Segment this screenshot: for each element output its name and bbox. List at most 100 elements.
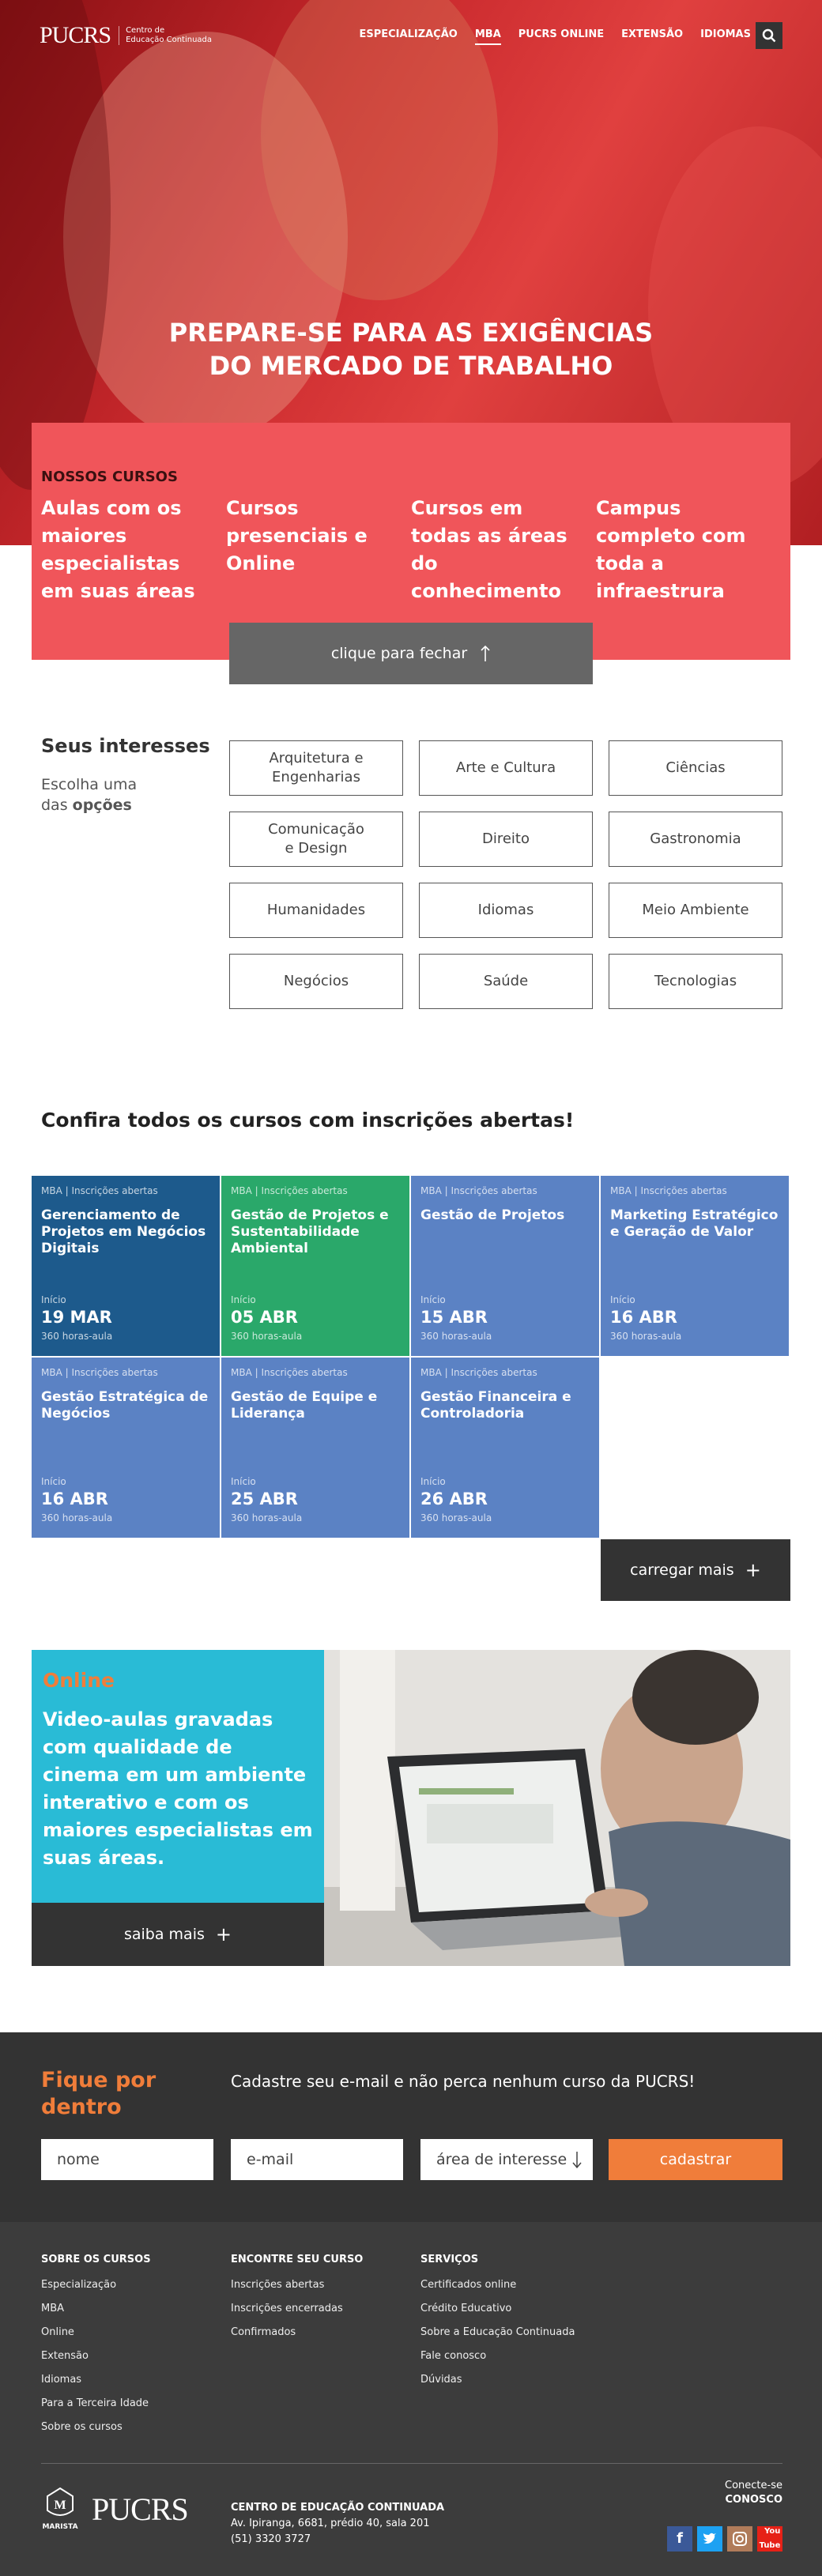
facebook-icon[interactable]: f bbox=[667, 2526, 692, 2552]
footer-link[interactable]: Online bbox=[41, 2321, 151, 2344]
footer-social: Conecte-se CONOSCO f You Tube bbox=[667, 2479, 782, 2552]
courses-info-item: Campus completo com toda a infraestrura bbox=[596, 497, 746, 602]
course-card[interactable]: MBA | Inscrições abertas Gerenciamento d… bbox=[32, 1176, 220, 1356]
course-cards: MBA | Inscrições abertas Gerenciamento d… bbox=[32, 1176, 790, 1538]
footer-link[interactable]: Para a Terceira Idade bbox=[41, 2392, 151, 2416]
interest-option-gastronomia[interactable]: Gastronomia bbox=[609, 812, 782, 867]
footer-link[interactable]: Especialização bbox=[41, 2273, 151, 2297]
course-card-start-label: Início bbox=[231, 1476, 256, 1487]
interest-option-direito[interactable]: Direito bbox=[419, 812, 593, 867]
footer-link[interactable]: Certificados online bbox=[420, 2273, 575, 2297]
course-card[interactable]: MBA | Inscrições abertas Gestão Financei… bbox=[411, 1358, 599, 1538]
online-section: Online Video-aulas gravadas com qualidad… bbox=[32, 1650, 790, 1966]
interests-subtitle: Escolha uma das opções bbox=[41, 774, 137, 815]
course-card-title: Gerenciamento de Projetos em Negócios Di… bbox=[41, 1207, 206, 1256]
interest-option-comunicacao[interactable]: Comunicação e Design bbox=[229, 812, 403, 867]
marista-logo: M MARISTA bbox=[41, 2487, 79, 2531]
interest-select[interactable]: área de interesse bbox=[420, 2139, 593, 2180]
open-courses-title: Confira todos os cursos com inscrições a… bbox=[41, 1109, 575, 1132]
interests-subtitle-opcoes: opções bbox=[72, 797, 132, 814]
course-card-title: Gestão de Projetos e Sustentabilidade Am… bbox=[231, 1207, 389, 1256]
course-card[interactable]: MBA | Inscrições abertas Gestão de Equip… bbox=[221, 1358, 409, 1538]
footer-link[interactable]: Confirmados bbox=[231, 2321, 363, 2344]
course-card-title: Gestão Financeira e Controladoria bbox=[420, 1389, 571, 1422]
footer-link[interactable]: Crédito Educativo bbox=[420, 2297, 575, 2321]
close-panel-button[interactable]: clique para fechar bbox=[229, 623, 593, 684]
interests-subtitle-line1: Escolha uma bbox=[41, 776, 138, 793]
interest-option-saude[interactable]: Saúde bbox=[419, 954, 593, 1009]
page: PUCRS Centro de Educação Continuada ESPEC… bbox=[0, 0, 822, 2576]
course-card-hours: 360 horas-aula bbox=[41, 1331, 113, 1342]
interests-title: Seus interesses bbox=[41, 735, 210, 757]
footer-street: Av. Ipiranga, 6681, prédio 40, sala 201 bbox=[231, 2518, 430, 2529]
footer-link[interactable]: Inscrições abertas bbox=[231, 2273, 363, 2297]
nav-mba[interactable]: MBA bbox=[474, 28, 501, 45]
footer-link[interactable]: Inscrições encerradas bbox=[231, 2297, 363, 2321]
newsletter-section: Fique por dentro Cadastre seu e-mail e nã… bbox=[0, 2032, 822, 2222]
footer-link[interactable]: Idiomas bbox=[41, 2368, 151, 2392]
footer-link[interactable]: Sobre a Educação Continuada bbox=[420, 2321, 575, 2344]
footer-org: CENTRO DE EDUCAÇÃO CONTINUADA bbox=[231, 2502, 445, 2514]
footer-col-title: ENCONTRE SEU CURSO bbox=[231, 2254, 364, 2265]
interest-option-arte-cultura[interactable]: Arte e Cultura bbox=[419, 740, 593, 796]
instagram-icon[interactable] bbox=[727, 2526, 752, 2552]
subscribe-button[interactable]: cadastrar bbox=[609, 2139, 782, 2180]
interest-option-negocios[interactable]: Negócios bbox=[229, 954, 403, 1009]
course-card-hours: 360 horas-aula bbox=[420, 1512, 492, 1523]
footer-logo[interactable]: M MARISTA PUCRS bbox=[41, 2487, 189, 2531]
footer-col-sobre: SOBRE OS CURSOS Especialização MBA Onlin… bbox=[41, 2254, 151, 2439]
footer-link[interactable]: Extensão bbox=[41, 2344, 151, 2368]
interest-option-tecnologias[interactable]: Tecnologias bbox=[609, 954, 782, 1009]
saiba-mais-button[interactable]: saiba mais + bbox=[32, 1903, 324, 1966]
course-card-start-label: Início bbox=[231, 1294, 256, 1305]
courses-info-list: Aulas com os maiores especialistas em su… bbox=[41, 495, 781, 605]
search-button[interactable] bbox=[756, 22, 782, 49]
interest-option-idiomas[interactable]: Idiomas bbox=[419, 883, 593, 938]
pucrs-logo[interactable]: PUCRS Centro de Educação Continuada bbox=[40, 22, 212, 49]
footer-link[interactable]: Fale conosco bbox=[420, 2344, 575, 2368]
nav-idiomas[interactable]: IDIOMAS bbox=[700, 28, 751, 45]
newsletter-title: Fique por dentro bbox=[41, 2068, 156, 2119]
laptop-student-illustration bbox=[324, 1650, 790, 1966]
load-more-button[interactable]: carregar mais + bbox=[601, 1539, 790, 1601]
footer-col-servicos: SERVIÇOS Certificados online Crédito Edu… bbox=[420, 2254, 575, 2392]
connect-label: Conecte-se bbox=[725, 2480, 782, 2491]
nav-extensao[interactable]: EXTENSÃO bbox=[621, 28, 683, 45]
nav-especializacao[interactable]: ESPECIALIZAÇÃO bbox=[359, 28, 457, 45]
youtube-icon[interactable]: You Tube bbox=[757, 2526, 782, 2552]
course-card-tag: MBA | Inscrições abertas bbox=[420, 1367, 537, 1378]
footer-link[interactable]: Sobre os cursos bbox=[41, 2416, 151, 2439]
course-card[interactable]: MBA | Inscrições abertas Marketing Estra… bbox=[601, 1176, 789, 1356]
course-card-title: Gestão Estratégica de Negócios bbox=[41, 1389, 209, 1422]
interest-option-humanidades[interactable]: Humanidades bbox=[229, 883, 403, 938]
twitter-icon[interactable] bbox=[697, 2526, 722, 2552]
marista-crest-icon: M bbox=[47, 2487, 74, 2516]
hero-photo-shadow bbox=[0, 0, 111, 490]
hero-title-line2: DO MERCADO DE TRABALHO bbox=[209, 351, 613, 381]
course-card-tag: MBA | Inscrições abertas bbox=[41, 1367, 158, 1378]
course-card[interactable]: MBA | Inscrições abertas Gestão Estratég… bbox=[32, 1358, 220, 1538]
course-card-date: 19 MAR bbox=[41, 1308, 112, 1327]
course-card-start-label: Início bbox=[420, 1294, 446, 1305]
footer-col-title: SERVIÇOS bbox=[420, 2254, 479, 2265]
svg-text:M: M bbox=[54, 2499, 66, 2512]
nav-pucrs-online[interactable]: PUCRS ONLINE bbox=[518, 28, 604, 45]
footer-link[interactable]: MBA bbox=[41, 2297, 151, 2321]
course-card-date: 25 ABR bbox=[231, 1489, 298, 1508]
email-input[interactable]: e-mail bbox=[231, 2139, 403, 2180]
name-input[interactable]: nome bbox=[41, 2139, 213, 2180]
online-panel: Online Video-aulas gravadas com qualidad… bbox=[32, 1650, 324, 1903]
interest-option-meio-ambiente[interactable]: Meio Ambiente bbox=[609, 883, 782, 938]
instagram-camera-glyph bbox=[733, 2532, 747, 2546]
interest-option-arquitetura[interactable]: Arquitetura e Engenharias bbox=[229, 740, 403, 796]
footer-brand: PUCRS bbox=[92, 2491, 189, 2527]
course-card[interactable]: MBA | Inscrições abertas Gestão de Proje… bbox=[221, 1176, 409, 1356]
saiba-mais-label: saiba mais bbox=[123, 1926, 205, 1943]
interest-option-ciencias[interactable]: Ciências bbox=[609, 740, 782, 796]
online-photo bbox=[324, 1650, 790, 1966]
email-input-placeholder: e-mail bbox=[247, 2151, 294, 2168]
footer-link[interactable]: Dúvidas bbox=[420, 2368, 575, 2392]
online-heading: Online bbox=[43, 1669, 115, 1692]
course-card[interactable]: MBA | Inscrições abertas Gestão de Proje… bbox=[411, 1176, 599, 1356]
course-card-hours: 360 horas-aula bbox=[231, 1512, 303, 1523]
